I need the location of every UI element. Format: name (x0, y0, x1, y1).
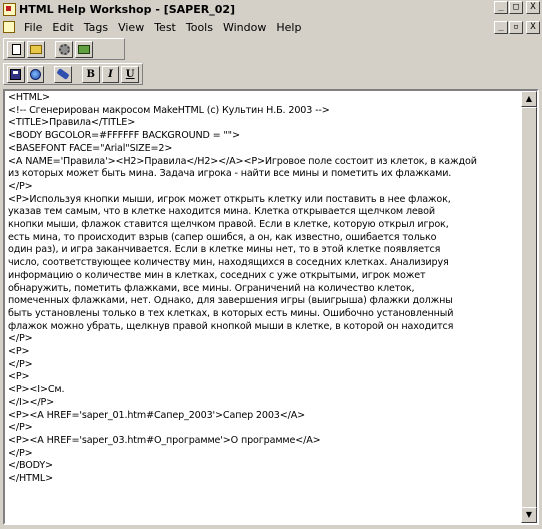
code-line: указав тем самым, что в клетке находится… (8, 206, 435, 218)
code-line: <P><A HREF='saper_01.htm#Сапер_2003'>Сап… (8, 409, 306, 421)
menu-file[interactable]: File (19, 21, 47, 34)
code-line: </HTML> (8, 473, 53, 485)
compile-button[interactable] (55, 40, 73, 58)
code-line: быть установлены только в тех клетках, в… (8, 307, 454, 319)
new-document-button[interactable] (7, 40, 25, 58)
menu-bar: File Edit Tags View Test Tools Window He… (0, 18, 542, 36)
view-compiled-icon (78, 44, 90, 54)
code-line: <BASEFONT FACE="Arial"SIZE=2> (8, 142, 173, 154)
scroll-down-button[interactable]: ▼ (521, 507, 537, 523)
code-line: <!-- Сгенерирован макросом MakeHTML (c) … (8, 104, 330, 116)
brush-button[interactable] (54, 65, 72, 83)
code-line: <P><A HREF='saper_03.htm#O_программе'>О … (8, 434, 321, 446)
mdi-minimize-button[interactable]: _ (494, 21, 508, 34)
code-line: обнаружить, пометить флажками, все мины.… (8, 282, 415, 294)
save-icon (10, 68, 22, 80)
app-icon[interactable] (3, 2, 16, 16)
document-menu-icon[interactable] (3, 21, 15, 33)
code-line: <P> (8, 346, 30, 358)
code-line: число, соответствующее количеству мин, н… (8, 257, 449, 269)
mdi-restore-button[interactable]: ▫ (509, 21, 523, 34)
open-folder-button[interactable] (27, 40, 45, 58)
italic-button[interactable]: I (101, 65, 120, 83)
code-line: </P> (8, 422, 33, 434)
editor-text-area[interactable]: <HTML> <!-- Сгенерирован макросом MakeHTM… (5, 91, 521, 523)
browser-view-icon (30, 68, 42, 80)
code-line: </P> (8, 447, 33, 459)
menu-test[interactable]: Test (149, 21, 181, 34)
code-line: </BODY> (8, 460, 53, 472)
code-line: один раз), и игра заканчивается. Если в … (8, 244, 441, 256)
close-button[interactable]: X (526, 1, 540, 14)
scroll-up-button[interactable]: ▲ (521, 91, 537, 107)
browser-view-button[interactable] (26, 65, 45, 83)
mdi-close-button[interactable]: X (526, 21, 540, 34)
menu-tools[interactable]: Tools (181, 21, 218, 34)
minimize-button[interactable]: _ (494, 1, 508, 14)
code-line: </P> (8, 333, 33, 345)
code-line: <A NAME='Правила'><H2>Правила</H2></A><P… (8, 155, 477, 167)
code-line: <P> (8, 371, 30, 383)
maximize-button[interactable]: □ (509, 1, 523, 14)
code-line: флажок можно убрать, щелкнув правой кноп… (8, 320, 454, 332)
bold-button[interactable]: B (81, 65, 100, 83)
code-line: <P>Используя кнопки мыши, игрок может от… (8, 193, 451, 205)
scroll-thumb[interactable] (521, 107, 537, 509)
menu-window[interactable]: Window (218, 21, 271, 34)
code-line: </P> (8, 358, 33, 370)
code-line: <P><I>См. (8, 384, 65, 396)
menu-tags[interactable]: Tags (79, 21, 113, 34)
underline-button[interactable]: U (121, 65, 139, 83)
code-line: <HTML> (8, 92, 50, 103)
code-line: есть мина, то происходит взрыв (сапер ош… (8, 231, 437, 243)
compile-icon (58, 43, 70, 55)
menu-edit[interactable]: Edit (47, 21, 78, 34)
menu-view[interactable]: View (113, 21, 149, 34)
code-line: <TITLE>Правила</TITLE> (8, 117, 136, 129)
format-toolbar: B I U (3, 63, 143, 85)
brush-icon (56, 68, 70, 80)
mdi-controls: _ ▫ X (494, 21, 540, 34)
code-line: из которых может быть мина. Задача игрок… (8, 168, 452, 180)
new-document-icon (11, 43, 21, 55)
code-line: <BODY BGCOLOR=#FFFFFF BACKGROUND = ""> (8, 130, 240, 142)
window-controls: _ □ X (494, 1, 540, 14)
title-bar: HTML Help Workshop - [SAPER_02] _ □ X (0, 0, 542, 18)
code-line: информацию о количестве мин в клетках, с… (8, 269, 426, 281)
view-compiled-button[interactable] (75, 40, 93, 58)
code-line: </I></P> (8, 396, 55, 408)
menu-help[interactable]: Help (271, 21, 306, 34)
code-line: </P> (8, 180, 33, 192)
html-editor[interactable]: <HTML> <!-- Сгенерирован макросом MakeHTM… (3, 89, 539, 525)
open-folder-icon (30, 44, 42, 54)
code-line: помеченных флажками, нет. Однако, для за… (8, 295, 453, 307)
project-toolbar (3, 38, 125, 60)
code-line: кнопки мыши, флажок ставится щелчком пра… (8, 219, 449, 231)
save-button[interactable] (7, 65, 25, 83)
window-title: HTML Help Workshop - [SAPER_02] (19, 2, 236, 16)
vertical-scrollbar[interactable]: ▲ ▼ (521, 91, 537, 523)
